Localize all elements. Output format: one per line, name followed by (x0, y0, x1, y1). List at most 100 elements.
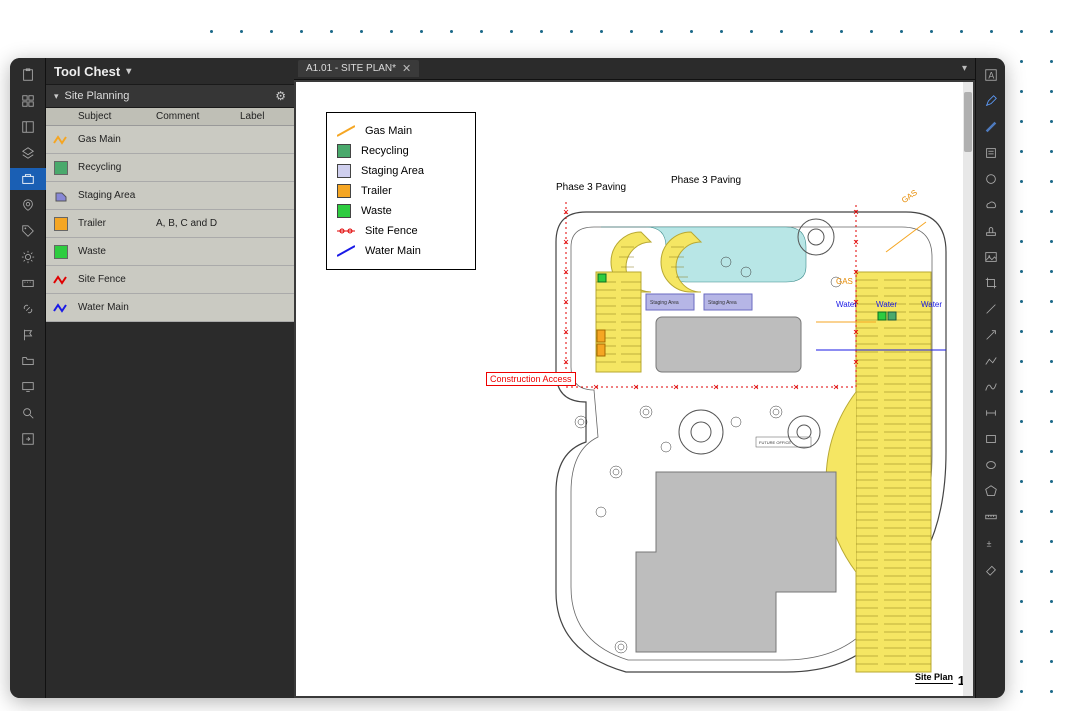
panel-title[interactable]: Tool Chest ▾ (46, 58, 294, 84)
col-comment[interactable]: Comment (154, 111, 238, 122)
scrollbar-thumb[interactable] (964, 92, 972, 152)
panel-title-label: Tool Chest (54, 64, 120, 79)
layers-icon[interactable] (10, 142, 46, 164)
image-icon[interactable] (976, 246, 1005, 268)
tool-row-waste[interactable]: Waste (46, 238, 294, 266)
tool-row-staging[interactable]: Staging Area (46, 182, 294, 210)
legend-label: Staging Area (361, 165, 424, 177)
legend-label: Site Fence (365, 225, 418, 237)
svg-text:A: A (988, 71, 994, 81)
note-icon[interactable] (976, 142, 1005, 164)
tool-row-recycling[interactable]: Recycling (46, 154, 294, 182)
legend-label: Water Main (365, 245, 421, 257)
tool-subject: Water Main (76, 302, 154, 313)
phase-label: Phase 3 Paving (671, 175, 741, 186)
site-plan-title: Site Plan (915, 672, 953, 684)
pen-icon[interactable] (976, 90, 1005, 112)
legend-swatch-icon (337, 164, 351, 178)
highlighter-icon[interactable] (976, 116, 1005, 138)
vertical-scrollbar[interactable] (963, 82, 973, 696)
legend-label: Recycling (361, 145, 409, 157)
grid-icon[interactable] (10, 90, 46, 112)
tool-swatch-icon (46, 245, 76, 259)
main-area: A1.01 - SITE PLAN* ✕ ▾ Gas Main Recycling… (294, 58, 975, 698)
legend-row-waste: Waste (337, 201, 465, 221)
tool-row-trailer[interactable]: Trailer A, B, C and D (46, 210, 294, 238)
gear-icon[interactable] (10, 246, 46, 268)
line-icon[interactable] (976, 298, 1005, 320)
tool-swatch-icon (46, 301, 76, 315)
site-plan-drawing: Staging Area Staging Area (526, 172, 956, 692)
water-label: Water (921, 300, 942, 309)
legend-label: Waste (361, 205, 392, 217)
close-icon[interactable]: ✕ (402, 62, 411, 75)
phase-label: Phase 3 Paving (556, 182, 626, 193)
eraser-icon[interactable] (976, 558, 1005, 580)
legend-swatch-icon (337, 184, 351, 198)
keyboard-icon[interactable] (10, 272, 46, 294)
link-icon[interactable] (10, 298, 46, 320)
polygon-icon[interactable] (976, 480, 1005, 502)
panel-icon[interactable] (10, 116, 46, 138)
tab-bar: A1.01 - SITE PLAN* ✕ ▾ (294, 58, 975, 80)
shape-icon[interactable] (976, 168, 1005, 190)
legend-swatch-icon (337, 204, 351, 218)
ellipse-icon[interactable] (976, 454, 1005, 476)
legend-line-icon (337, 124, 355, 138)
legend-line-icon (337, 224, 355, 238)
dimension-icon[interactable] (976, 402, 1005, 424)
svg-text:±: ± (987, 539, 992, 549)
col-subject[interactable]: Subject (76, 111, 154, 122)
left-toolbar (10, 58, 46, 698)
measure-icon[interactable] (976, 506, 1005, 528)
panel-section[interactable]: ▾Site Planning ⚙ (46, 84, 294, 108)
construction-access-label: Construction Access (486, 372, 576, 386)
panel-section-label: Site Planning (65, 90, 130, 102)
tool-row-fence[interactable]: Site Fence (46, 266, 294, 294)
tool-subject: Gas Main (76, 134, 154, 145)
document-canvas[interactable]: Gas Main Recycling Staging Area Trailer Wast… (296, 82, 973, 696)
svg-text:Staging Area: Staging Area (650, 300, 679, 306)
tab-label: A1.01 - SITE PLAN* (306, 63, 396, 74)
tool-row-water[interactable]: Water Main (46, 294, 294, 322)
arrow-icon[interactable] (976, 324, 1005, 346)
legend-row-gas: Gas Main (337, 121, 465, 141)
clipboard-icon[interactable] (10, 64, 46, 86)
rectangle-icon[interactable] (976, 428, 1005, 450)
location-icon[interactable] (10, 194, 46, 216)
document-tab[interactable]: A1.01 - SITE PLAN* ✕ (298, 60, 419, 77)
legend-box: Gas Main Recycling Staging Area Trailer Wast… (326, 112, 476, 270)
legend-swatch-icon (337, 144, 351, 158)
polyline-icon[interactable] (976, 350, 1005, 372)
tool-swatch-icon (46, 189, 76, 203)
folder-icon[interactable] (10, 350, 46, 372)
legend-row-staging: Staging Area (337, 161, 465, 181)
svg-text:Staging Area: Staging Area (708, 300, 737, 306)
cloud-icon[interactable] (976, 194, 1005, 216)
search-icon[interactable] (10, 402, 46, 424)
gear-icon[interactable]: ⚙ (275, 89, 286, 103)
crop-icon[interactable] (976, 272, 1005, 294)
legend-row-recycling: Recycling (337, 141, 465, 161)
legend-row-trailer: Trailer (337, 181, 465, 201)
stamp-icon[interactable] (976, 220, 1005, 242)
col-label[interactable]: Label (238, 111, 288, 122)
export-icon[interactable] (10, 428, 46, 450)
legend-row-water: Water Main (337, 241, 465, 261)
tool-subject: Waste (76, 246, 154, 257)
tool-row-gas[interactable]: Gas Main (46, 126, 294, 154)
tag-icon[interactable] (10, 220, 46, 242)
curve-icon[interactable] (976, 376, 1005, 398)
text-frame-icon[interactable]: A (976, 64, 1005, 86)
toolbox-icon[interactable] (10, 168, 46, 190)
flag-icon[interactable] (10, 324, 46, 346)
count-icon[interactable]: ± (976, 532, 1005, 554)
gas-label: GAS (836, 277, 853, 286)
tool-swatch-icon (46, 133, 76, 147)
svg-text:FUTURE OFFICE: FUTURE OFFICE (759, 440, 791, 445)
tabs-chevron-down-icon[interactable]: ▾ (962, 63, 971, 74)
monitor-icon[interactable] (10, 376, 46, 398)
right-toolbar: A ± (975, 58, 1005, 698)
legend-line-icon (337, 244, 355, 258)
legend-row-fence: Site Fence (337, 221, 465, 241)
